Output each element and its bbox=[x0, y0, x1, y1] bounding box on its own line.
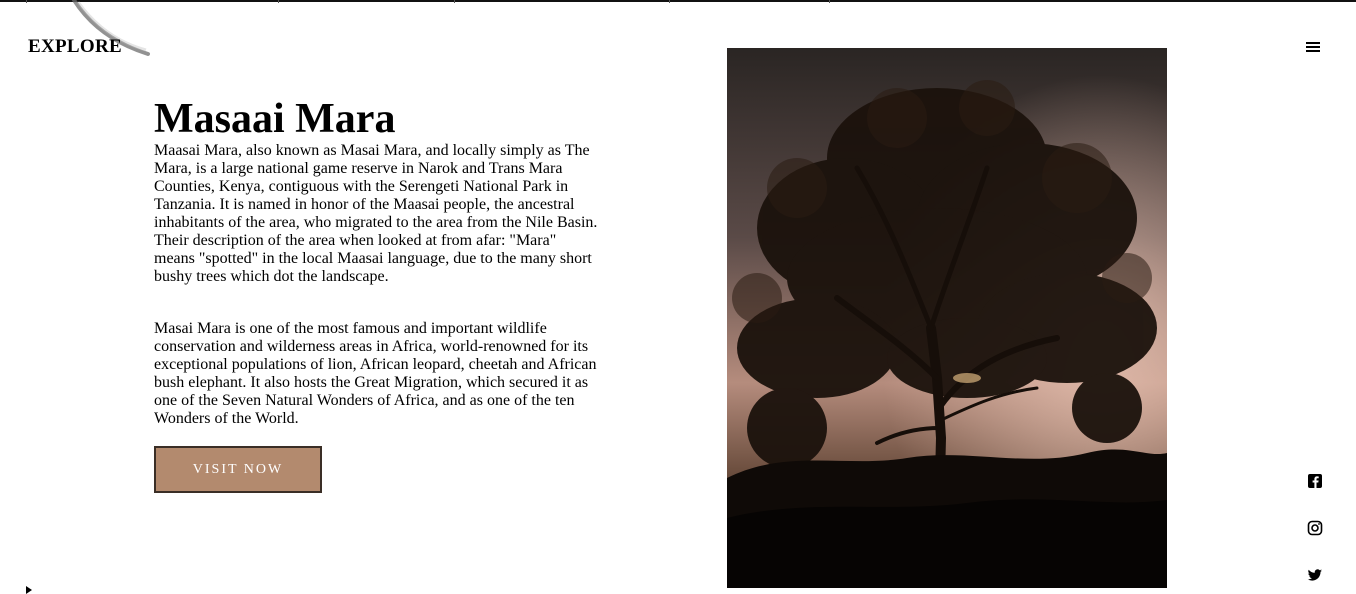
page-title: Masaai Mara bbox=[154, 96, 396, 142]
hero-photo-acacia-tree bbox=[727, 48, 1167, 588]
hamburger-menu-icon[interactable] bbox=[1306, 42, 1320, 52]
hero-content: Masaai Mara Maasai Mara, also known as M… bbox=[154, 96, 599, 493]
detail-paragraph: Masai Mara is one of the most famous and… bbox=[154, 320, 597, 427]
visit-now-button[interactable]: VISIT NOW bbox=[154, 446, 322, 493]
facebook-icon[interactable] bbox=[1306, 472, 1324, 490]
intro-paragraph: Maasai Mara, also known as Masai Mara, a… bbox=[154, 142, 598, 285]
brand-logo[interactable]: EXPLORE bbox=[28, 36, 122, 58]
instagram-icon[interactable] bbox=[1306, 519, 1324, 537]
twitter-icon[interactable] bbox=[1306, 566, 1324, 584]
top-rule bbox=[0, 0, 1356, 3]
